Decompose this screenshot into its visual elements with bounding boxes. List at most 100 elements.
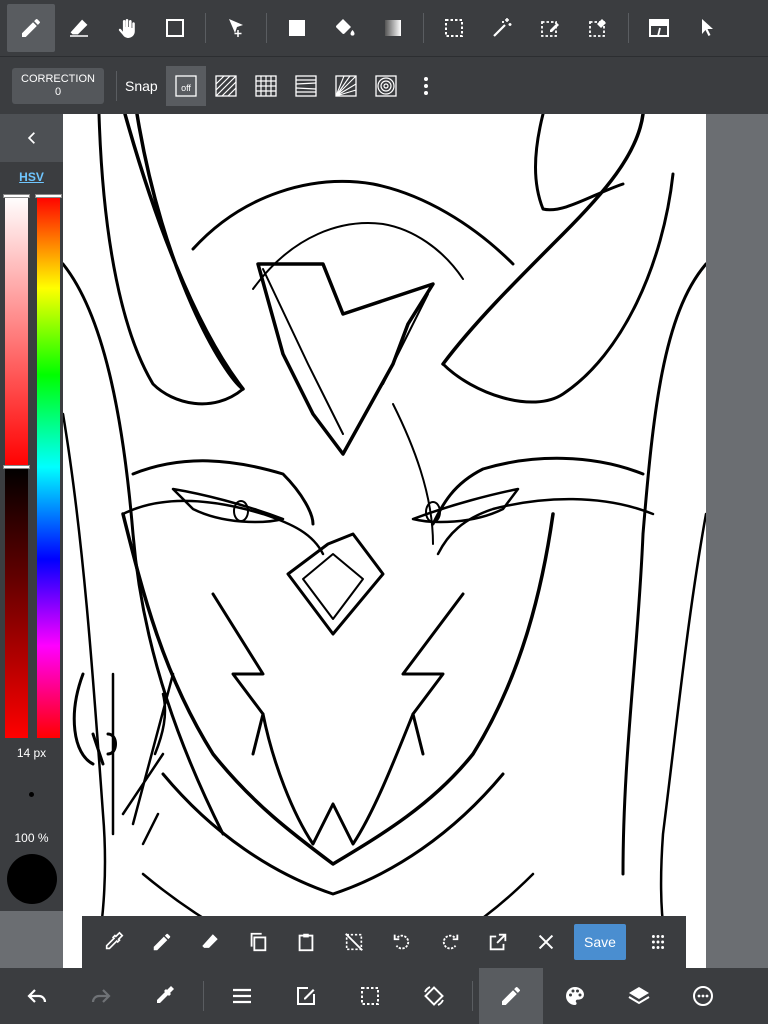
correction-button[interactable]: CORRECTION 0 bbox=[12, 67, 104, 104]
snap-off-button[interactable]: off bbox=[165, 65, 206, 106]
undo-button[interactable] bbox=[5, 968, 69, 1024]
paste-button[interactable] bbox=[282, 918, 330, 966]
fill-rect-tool-button[interactable] bbox=[273, 4, 321, 52]
correction-label: CORRECTION bbox=[21, 72, 95, 85]
brush-panel-button[interactable] bbox=[479, 968, 543, 1024]
hsv-mode-link[interactable]: HSV bbox=[0, 170, 63, 184]
snap-off-icon: off bbox=[175, 74, 197, 97]
eraser-button[interactable] bbox=[186, 918, 234, 966]
arrow-pointer-icon bbox=[702, 19, 713, 36]
current-color-swatch[interactable] bbox=[7, 854, 57, 904]
brush-size-label: 14 px bbox=[16, 746, 47, 760]
palette-icon bbox=[566, 987, 584, 1005]
more-circle-icon bbox=[693, 986, 713, 1006]
pencil-icon bbox=[22, 19, 40, 37]
drawing-canvas[interactable] bbox=[63, 114, 706, 968]
saturation-value-slider[interactable] bbox=[3, 194, 30, 738]
eyedropper-button[interactable] bbox=[90, 918, 138, 966]
hand-tool-button[interactable] bbox=[103, 4, 151, 52]
toolbar-separator bbox=[203, 981, 204, 1011]
bottom-toolbar bbox=[0, 968, 768, 1024]
hand-icon bbox=[118, 19, 135, 38]
snap-parallel-button[interactable] bbox=[206, 66, 246, 106]
snap-label: Snap bbox=[125, 77, 158, 94]
toolbar-separator bbox=[628, 13, 629, 43]
edit-button[interactable] bbox=[274, 968, 338, 1024]
action-bar-handle[interactable] bbox=[634, 918, 682, 966]
rotate-right-button[interactable] bbox=[426, 918, 474, 966]
toolbar-separator bbox=[472, 981, 473, 1011]
sv-slider-thumb[interactable] bbox=[3, 465, 30, 469]
bucket-tool-button[interactable] bbox=[321, 4, 369, 52]
open-external-icon bbox=[489, 933, 507, 951]
select-eraser-tool-button[interactable] bbox=[574, 4, 622, 52]
copy-icon bbox=[250, 932, 267, 952]
eraser-icon bbox=[202, 934, 218, 948]
snap-concentric-button[interactable] bbox=[366, 66, 406, 106]
select-tool-button[interactable] bbox=[430, 4, 478, 52]
eyedropper-bottom-button[interactable] bbox=[133, 968, 197, 1024]
rotate-left-button[interactable] bbox=[378, 918, 426, 966]
brush-tool-button[interactable] bbox=[7, 4, 55, 52]
close-selection-button[interactable] bbox=[522, 918, 570, 966]
selection-button[interactable] bbox=[338, 968, 402, 1024]
toolbar-separator bbox=[423, 13, 424, 43]
color-panel-button[interactable] bbox=[543, 968, 607, 1024]
magic-wand-icon bbox=[493, 18, 512, 37]
collapse-panel-button[interactable] bbox=[0, 114, 63, 162]
snap-grid-button[interactable] bbox=[246, 66, 286, 106]
edit-square-icon bbox=[297, 987, 315, 1005]
magic-wand-tool-button[interactable] bbox=[478, 4, 526, 52]
grip-dots-icon bbox=[651, 935, 665, 949]
close-icon bbox=[538, 934, 554, 950]
toolbar-separator bbox=[205, 13, 206, 43]
eraser-tool-button[interactable] bbox=[55, 4, 103, 52]
rectangle-outline-icon bbox=[166, 19, 184, 37]
grid-icon bbox=[255, 74, 277, 97]
snap-perspective-button[interactable] bbox=[286, 66, 326, 106]
select-eraser-icon bbox=[589, 19, 606, 37]
rotate-canvas-button[interactable] bbox=[402, 968, 466, 1024]
top-toolbar bbox=[0, 0, 768, 56]
operation-tool-button[interactable] bbox=[683, 4, 731, 52]
copy-button[interactable] bbox=[234, 918, 282, 966]
redo-icon bbox=[91, 989, 111, 1003]
deselect-button[interactable] bbox=[330, 918, 378, 966]
eyedropper-icon bbox=[157, 986, 174, 1003]
hamburger-menu-icon bbox=[233, 988, 251, 1004]
gradient-tool-button[interactable] bbox=[369, 4, 417, 52]
transform-button[interactable] bbox=[474, 918, 522, 966]
layers-button[interactable] bbox=[607, 968, 671, 1024]
panel-tool-button[interactable] bbox=[635, 4, 683, 52]
parallel-lines-icon bbox=[215, 74, 237, 97]
deselect-icon bbox=[345, 933, 363, 951]
perspective-lines-icon bbox=[295, 74, 317, 97]
brush-size-preview bbox=[29, 792, 34, 797]
shape-tool-button[interactable] bbox=[151, 4, 199, 52]
move-cursor-icon bbox=[229, 19, 243, 37]
eraser-icon bbox=[70, 19, 88, 37]
move-tool-button[interactable] bbox=[212, 4, 260, 52]
more-options-button[interactable] bbox=[406, 66, 446, 106]
gradient-icon bbox=[385, 20, 401, 36]
rotate-left-icon bbox=[393, 934, 410, 950]
redo-button[interactable] bbox=[69, 968, 133, 1024]
clipboard-icon bbox=[298, 933, 314, 952]
rotate-right-icon bbox=[442, 934, 459, 950]
eyedropper-icon bbox=[105, 931, 124, 950]
color-panel: HSV 14 px 100 % bbox=[0, 114, 63, 911]
more-vertical-icon bbox=[423, 76, 428, 95]
menu-button[interactable] bbox=[210, 968, 274, 1024]
snap-radial-button[interactable] bbox=[326, 66, 366, 106]
hue-slider[interactable] bbox=[35, 194, 62, 738]
toolbar-separator bbox=[116, 70, 117, 101]
select-pen-icon bbox=[541, 21, 559, 37]
pen-button[interactable] bbox=[138, 918, 186, 966]
paint-bucket-icon bbox=[336, 19, 355, 36]
hue-slider-thumb[interactable] bbox=[35, 194, 62, 198]
save-button[interactable]: Save bbox=[574, 924, 626, 960]
materials-button[interactable] bbox=[671, 968, 735, 1024]
marquee-select-icon bbox=[361, 987, 379, 1005]
concentric-circles-icon bbox=[375, 74, 397, 97]
select-pen-tool-button[interactable] bbox=[526, 4, 574, 52]
